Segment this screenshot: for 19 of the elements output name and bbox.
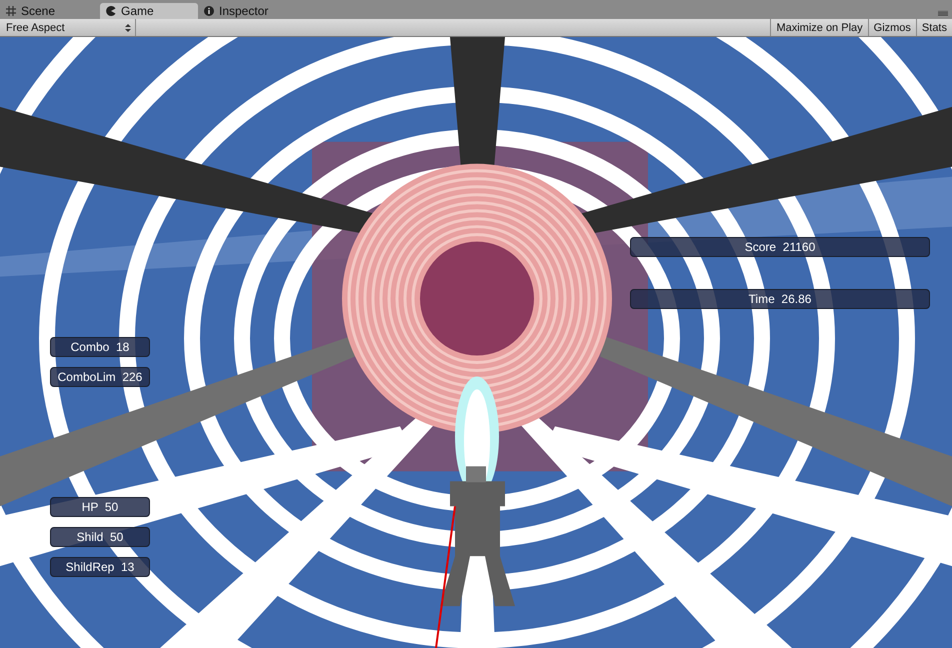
aspect-dropdown[interactable]: Free Aspect — [0, 19, 136, 36]
hud-label: Shild 50 — [50, 527, 150, 547]
tab[interactable]: Game — [100, 3, 198, 19]
info-icon — [204, 6, 214, 16]
hud-label: ComboLim 226 — [50, 367, 150, 387]
updown-arrows-icon — [125, 24, 131, 32]
menu-icon[interactable] — [938, 11, 948, 17]
hud-label: ShildRep 13 — [50, 557, 150, 577]
pacman-icon — [106, 6, 116, 16]
hud-label: Combo 18 — [50, 337, 150, 357]
tab[interactable]: Scene — [0, 3, 100, 19]
tab[interactable]: Inspector — [198, 3, 298, 19]
toolbar-button[interactable]: Stats — [916, 19, 952, 36]
hud-label: HP 50 — [50, 497, 150, 517]
hud-label: Score 21160 — [630, 237, 930, 257]
grid-icon — [6, 6, 16, 16]
toolbar-button[interactable]: Maximize on Play — [770, 19, 868, 36]
hud-label: Time 26.86 — [630, 289, 930, 309]
toolbar-button[interactable]: Gizmos — [868, 19, 916, 36]
